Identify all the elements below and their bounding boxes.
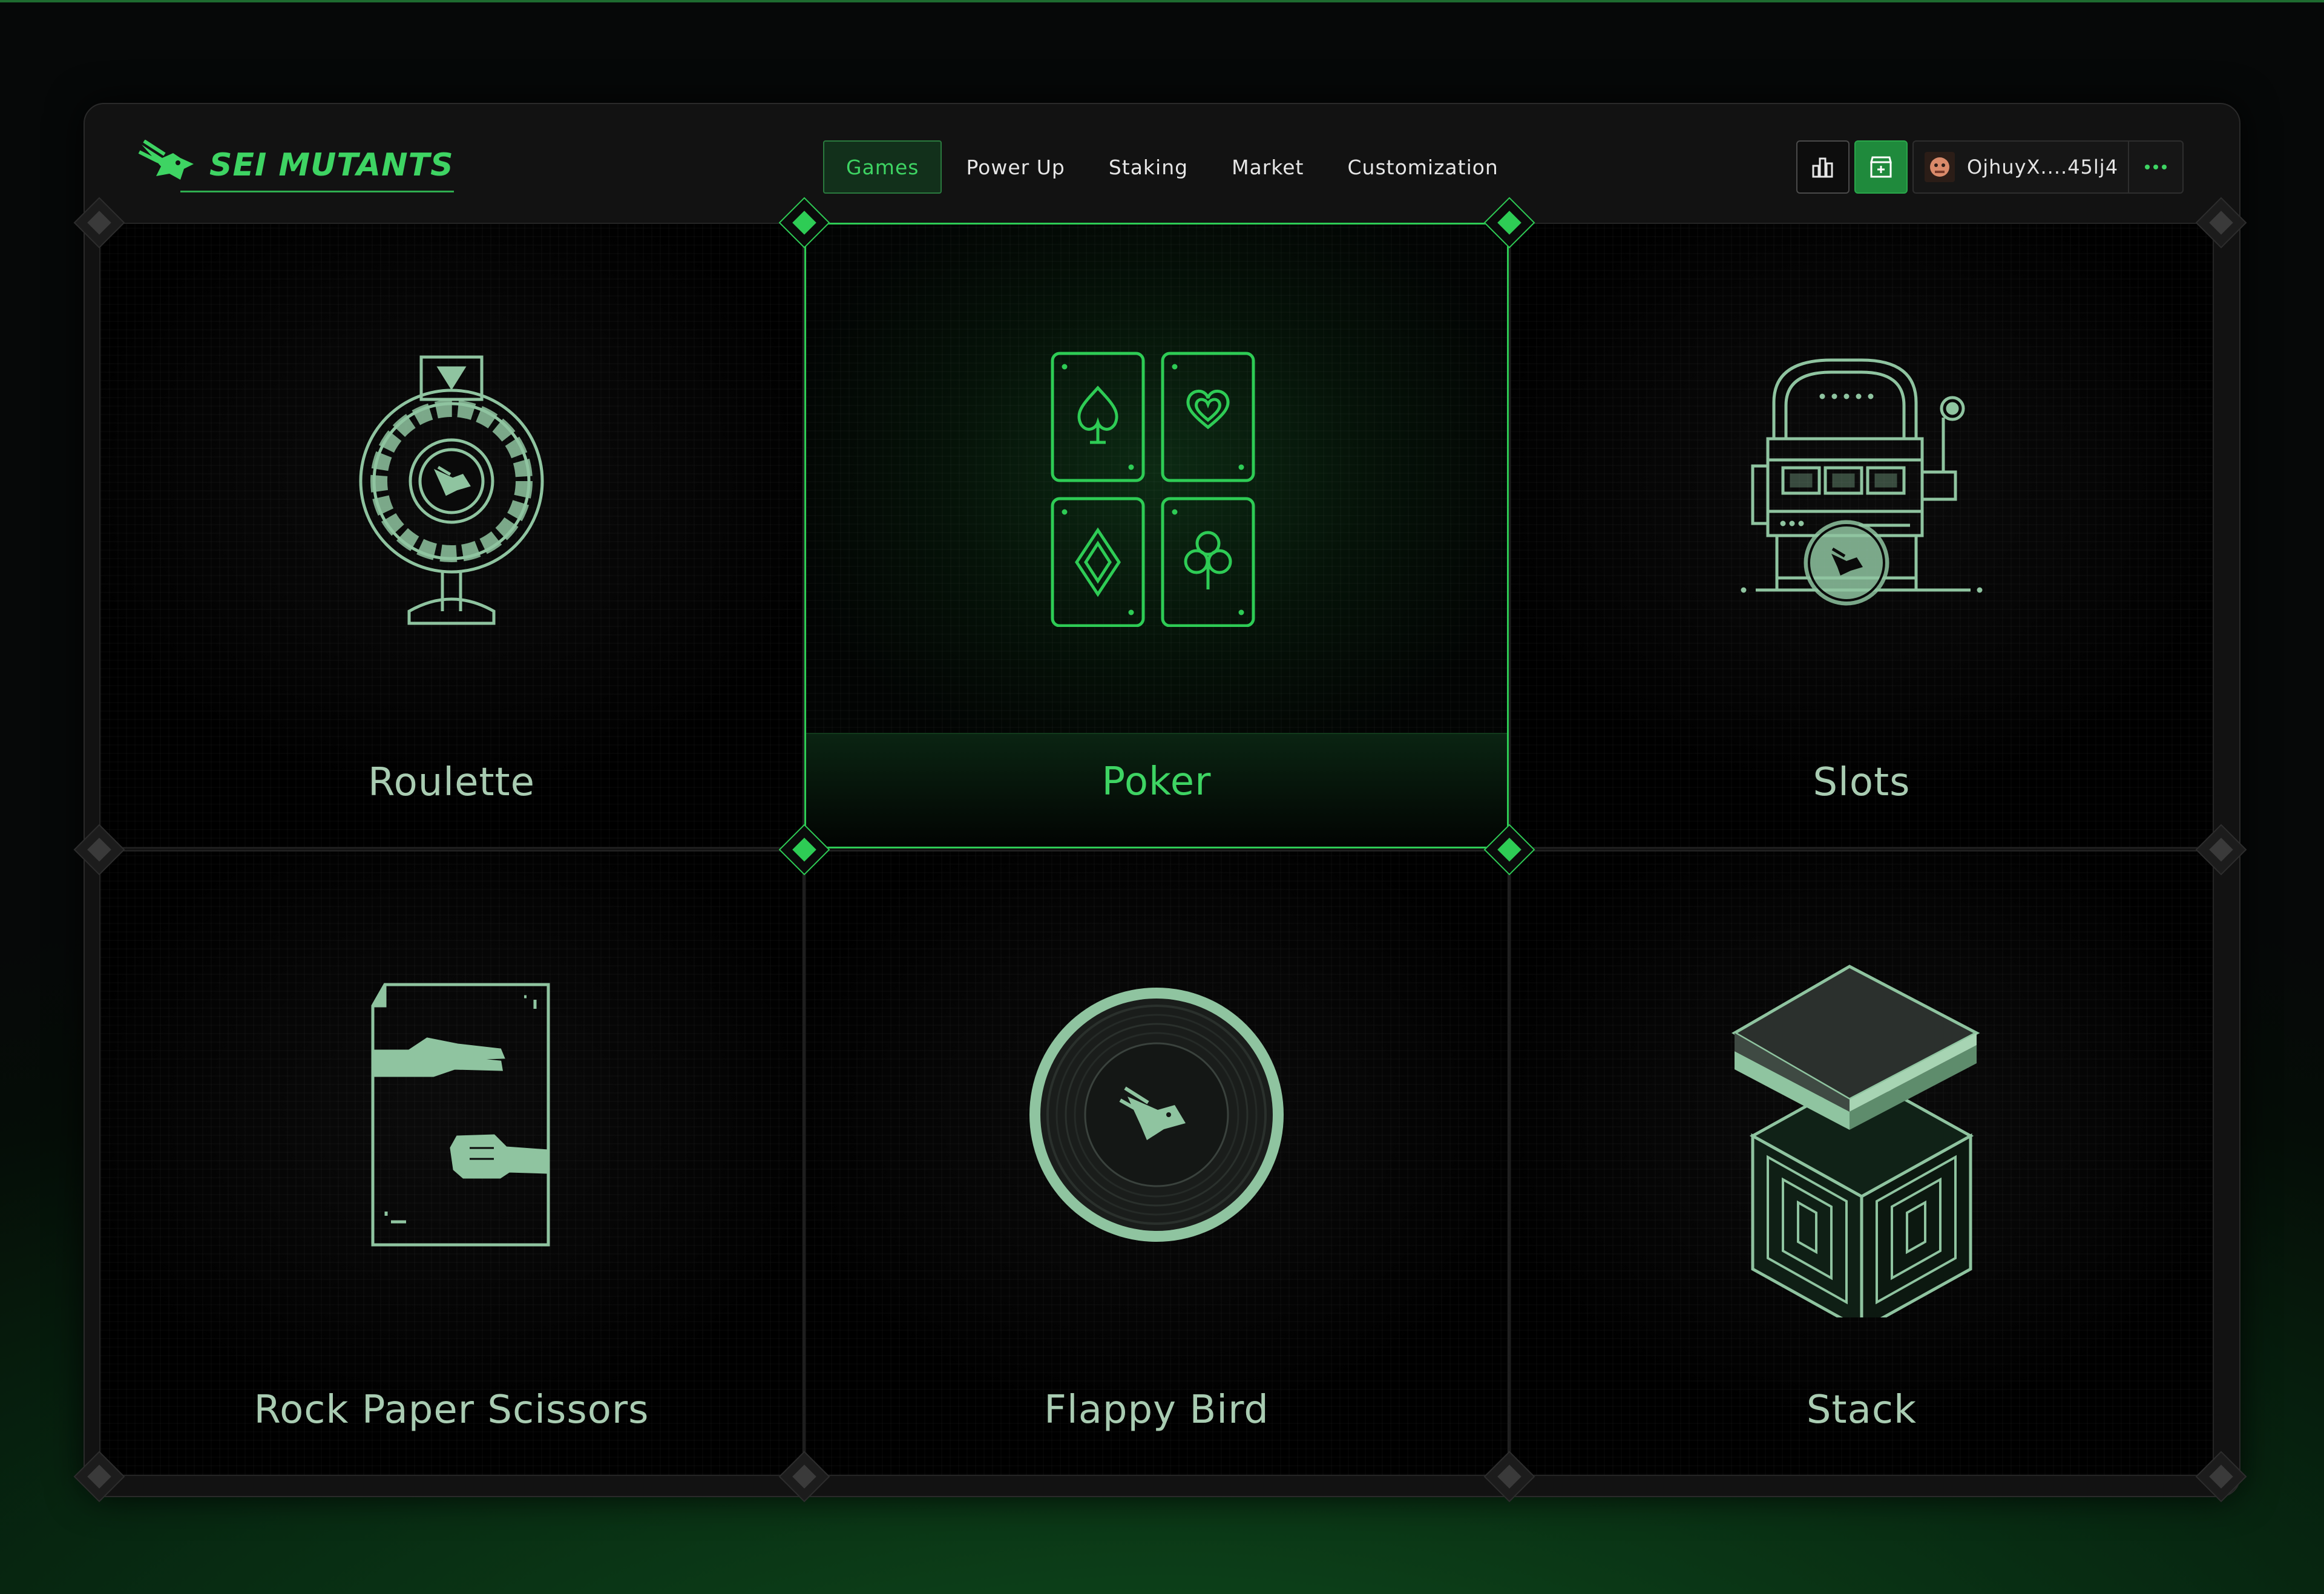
- store-button[interactable]: [1854, 140, 1908, 194]
- games-grid: Roulette Poker Slots Rock Paper Scissors…: [73, 197, 2247, 1503]
- game-label: Rock Paper Scissors: [254, 1388, 649, 1432]
- brand-logo[interactable]: SEI MUTANTS: [138, 138, 454, 192]
- wallet-avatar: [1925, 152, 1955, 182]
- game-label: Roulette: [367, 760, 536, 805]
- logo-underline: [180, 191, 454, 192]
- game-label: Poker: [1101, 759, 1212, 804]
- game-label: Flappy Bird: [1044, 1388, 1269, 1432]
- brand-name: SEI MUTANTS: [209, 147, 454, 183]
- game-tile-roulette[interactable]: Roulette: [99, 223, 804, 848]
- more-options-button[interactable]: [2129, 140, 2182, 194]
- rabbit-logo-icon: [138, 140, 194, 180]
- cards-icon: [1051, 352, 1255, 627]
- nav-staking[interactable]: Staking: [1087, 140, 1210, 194]
- game-label: Slots: [1813, 760, 1911, 805]
- bar-chart-icon: [1812, 157, 1833, 178]
- game-tile-flappy-bird[interactable]: Flappy Bird: [804, 850, 1509, 1476]
- nav-games[interactable]: Games: [823, 140, 942, 194]
- roulette-icon: [359, 355, 544, 625]
- nav-customization[interactable]: Customization: [1326, 140, 1520, 194]
- top-navbar: SEI MUTANTS Games Power Up Staking Marke…: [85, 104, 2239, 225]
- game-tile-rock-paper-scissors[interactable]: Rock Paper Scissors: [99, 850, 804, 1476]
- game-tile-slots[interactable]: Slots: [1509, 223, 2214, 848]
- nav-power-up[interactable]: Power Up: [944, 140, 1086, 194]
- nav-market[interactable]: Market: [1210, 140, 1325, 194]
- coin-icon: [1029, 988, 1284, 1242]
- slot-machine-icon: [1741, 358, 1983, 606]
- more-dots-icon: [2145, 165, 2167, 169]
- top-accent-line: [0, 0, 2324, 2]
- game-tile-poker[interactable]: Poker: [804, 223, 1509, 848]
- store-icon: [1870, 156, 1892, 178]
- game-label: Stack: [1806, 1388, 1917, 1432]
- leaderboard-button[interactable]: [1796, 140, 1850, 194]
- wallet-button[interactable]: OjhuyX....45lj4: [1912, 140, 2184, 194]
- main-nav: Games Power Up Staking Market Customizat…: [823, 140, 1520, 194]
- avatar-icon: [1930, 157, 1949, 177]
- wallet-address: OjhuyX....45lj4: [1967, 156, 2119, 179]
- game-tile-stack[interactable]: Stack: [1509, 850, 2214, 1476]
- header-actions: OjhuyX....45lj4: [1796, 140, 2184, 194]
- hand-gesture-icon: [371, 983, 550, 1247]
- stack-box-icon: [1732, 965, 1980, 1317]
- app-window: SEI MUTANTS Games Power Up Staking Marke…: [73, 103, 2247, 1503]
